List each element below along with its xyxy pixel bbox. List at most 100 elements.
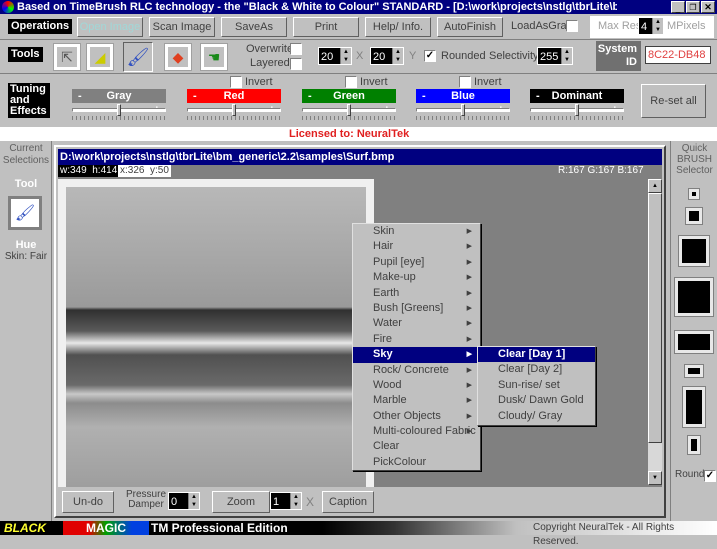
slider-minus-button[interactable]: -	[536, 89, 540, 103]
spin-down-icon[interactable]: ▼	[562, 56, 572, 64]
eraser-tool-button[interactable]: ◢	[86, 43, 114, 71]
scroll-thumb[interactable]	[648, 193, 662, 443]
menu-item-hair[interactable]: Hair ▶	[353, 239, 480, 254]
pointer-tool-button[interactable]: ⇱	[53, 43, 81, 71]
slider-minus-button[interactable]: -	[308, 89, 312, 103]
submenu-item-clear-day-1[interactable]: Clear [Day 1]	[478, 347, 595, 363]
menu-item-pupil-eye[interactable]: Pupil [eye] ▶	[353, 255, 480, 270]
invert-label: Invert	[474, 76, 502, 88]
slider-thumb-blue[interactable]	[461, 104, 465, 116]
spin-down-icon[interactable]: ▼	[393, 56, 403, 64]
system-id-field[interactable]: 8C22-DB48	[645, 46, 711, 64]
menu-item-rock-concrete[interactable]: Rock/ Concrete ▶	[353, 363, 480, 378]
brush-icon: 🖌	[126, 46, 150, 67]
pressure-damper-label: Pressure Damper	[126, 489, 167, 510]
submenu-arrow-icon: ▶	[466, 274, 472, 282]
spin-up-icon[interactable]: ▲	[653, 18, 663, 26]
brush-tool-button[interactable]: 🖌	[123, 42, 153, 72]
save-as-button[interactable]: SaveAs	[221, 17, 287, 37]
print-button[interactable]: Print	[293, 17, 359, 37]
reset-all-button[interactable]: Re-set all	[641, 84, 706, 118]
menu-item-fire[interactable]: Fire ▶	[353, 332, 480, 347]
brush-tall-1[interactable]	[682, 386, 706, 428]
scan-image-button[interactable]: Scan Image	[149, 17, 215, 37]
spin-down-icon[interactable]: ▼	[189, 501, 199, 509]
menu-item-marble[interactable]: Marble ▶	[353, 393, 480, 408]
rounded-checkbox[interactable]: ✓	[424, 50, 436, 62]
menu-item-skin[interactable]: Skin ▶	[353, 224, 480, 239]
x-spinner[interactable]: 20 ▲ ▼	[318, 47, 352, 65]
slider-thumb-red[interactable]	[232, 104, 236, 116]
help-info-button[interactable]: Help/ Info.	[365, 17, 431, 37]
brush-icon: 🖌	[14, 205, 36, 222]
round-checkbox[interactable]: ✓	[704, 470, 716, 482]
vertical-scrollbar[interactable]: ▲ ▼	[648, 179, 662, 485]
submenu-item-sun-rise-set[interactable]: Sun-rise/ set	[478, 378, 595, 393]
submenu-item-dusk-dawn-gold[interactable]: Dusk/ Dawn Gold	[478, 393, 595, 408]
fill-tool-button[interactable]: ◆	[164, 43, 192, 71]
hand-tool-button[interactable]: ☚	[200, 43, 228, 71]
close-button[interactable]: ✕	[701, 1, 715, 13]
slider-minus-button[interactable]: -	[193, 89, 197, 103]
submenu-arrow-icon: ▶	[466, 228, 472, 235]
menu-item-multi-coloured-fabric[interactable]: Multi-coloured Fabric ▶	[353, 424, 480, 439]
spin-up-icon[interactable]: ▲	[393, 48, 403, 56]
brush-wide-1[interactable]	[674, 330, 714, 354]
submenu-item-clear-day-2[interactable]: Clear [Day 2]	[478, 362, 595, 377]
menu-item-clear[interactable]: Clear	[353, 439, 480, 454]
scroll-up-button[interactable]: ▲	[648, 179, 662, 193]
submenu-arrow-icon: ▶	[466, 243, 472, 251]
zoom-spinner[interactable]: 1 ▲ ▼	[270, 492, 302, 510]
caption-button[interactable]: Caption	[322, 491, 374, 513]
layered-checkbox[interactable]	[290, 58, 302, 70]
scroll-down-button[interactable]: ▼	[648, 471, 662, 485]
restore-button[interactable]: ❐	[686, 1, 700, 13]
slider-minus-button[interactable]: -	[422, 89, 426, 103]
load-as-gray-checkbox[interactable]	[566, 20, 578, 32]
slider-ticks	[416, 116, 510, 120]
invert-checkbox-blue[interactable]	[459, 76, 471, 88]
selectivity-spinner[interactable]: 255 ▲ ▼	[537, 47, 573, 65]
brush-size-3[interactable]	[678, 235, 710, 267]
menu-item-water[interactable]: Water ▶	[353, 316, 480, 331]
minimize-button[interactable]: _	[671, 1, 685, 13]
brush-size-2[interactable]	[685, 207, 703, 225]
spin-down-icon[interactable]: ▼	[653, 26, 663, 34]
rgb-readout: R:167 G:167 B:167	[558, 165, 644, 176]
spin-down-icon[interactable]: ▼	[341, 56, 351, 64]
zoom-button[interactable]: Zoom	[212, 491, 270, 513]
menu-item-make-up[interactable]: Make-up ▶	[353, 270, 480, 285]
undo-button[interactable]: Un-do	[62, 491, 114, 513]
brush-wide-2[interactable]	[684, 364, 704, 378]
max-res-spinner[interactable]: 4 ▲ ▼	[638, 17, 664, 35]
menu-item-pickcolour[interactable]: PickColour	[353, 455, 480, 470]
submenu-arrow-icon: ▶	[466, 428, 472, 436]
spin-up-icon[interactable]: ▲	[562, 48, 572, 56]
surf-photo[interactable]	[66, 187, 366, 487]
slider-thumb-green[interactable]	[347, 104, 351, 116]
brush-tall-2[interactable]	[687, 435, 701, 455]
menu-item-sky[interactable]: Sky ▶	[353, 347, 480, 363]
y-spinner[interactable]: 20 ▲ ▼	[370, 47, 404, 65]
overwrite-checkbox[interactable]	[290, 43, 302, 55]
brush-size-1[interactable]	[688, 188, 700, 200]
open-image-button[interactable]: Open Image	[77, 17, 143, 37]
menu-item-other-objects[interactable]: Other Objects ▶	[353, 409, 480, 424]
brush-size-4[interactable]	[674, 277, 714, 317]
pressure-damper-spinner[interactable]: 0 ▲ ▼	[168, 492, 200, 510]
menu-item-earth[interactable]: Earth ▶	[353, 286, 480, 301]
invert-checkbox-green[interactable]	[345, 76, 357, 88]
autofinish-button[interactable]: AutoFinish	[437, 17, 503, 37]
slider-thumb-gray[interactable]	[117, 104, 121, 116]
spin-down-icon[interactable]: ▼	[291, 501, 301, 509]
menu-item-wood[interactable]: Wood ▶	[353, 378, 480, 393]
spin-up-icon[interactable]: ▲	[291, 493, 301, 501]
invert-checkbox-red[interactable]	[230, 76, 242, 88]
spin-up-icon[interactable]: ▲	[341, 48, 351, 56]
slider-thumb-dominant[interactable]	[575, 104, 579, 116]
slider-minus-button[interactable]: -	[78, 89, 82, 103]
menu-item-bush-greens[interactable]: Bush [Greens] ▶	[353, 301, 480, 316]
spin-up-icon[interactable]: ▲	[189, 493, 199, 501]
slider-ticks	[302, 116, 396, 120]
submenu-item-cloudy-gray[interactable]: Cloudy/ Gray	[478, 409, 595, 424]
